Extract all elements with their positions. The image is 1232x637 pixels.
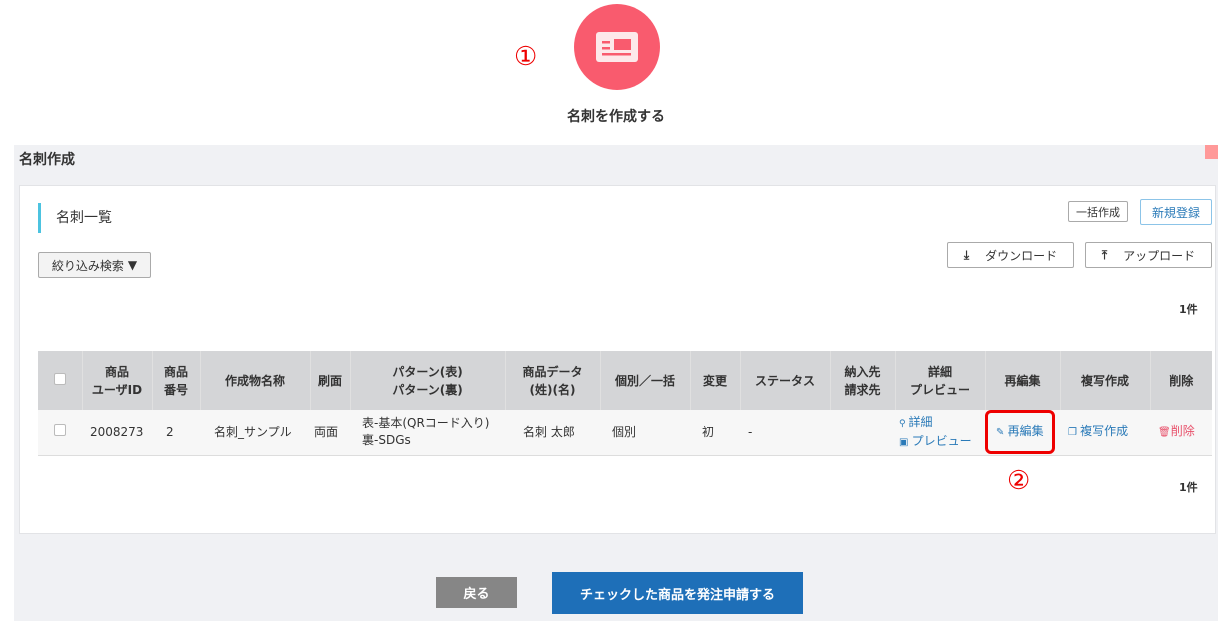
row-select-cell xyxy=(38,410,82,456)
copy-icon: ❐ xyxy=(1068,427,1081,439)
side-tab[interactable] xyxy=(1205,145,1218,159)
upload-button[interactable]: ⤒ アップロード xyxy=(1085,242,1212,268)
header-detail: 詳細 プレビュー xyxy=(895,351,986,410)
cell-change: 初 xyxy=(690,410,740,456)
header-pattern: パターン(表) パターン(裏) xyxy=(350,351,506,410)
header-delete: 削除 xyxy=(1150,351,1212,410)
create-card-button[interactable] xyxy=(574,4,660,90)
preview-icon: ▣ xyxy=(899,436,912,448)
filter-search-button[interactable]: 絞り込み検索 ▼ xyxy=(38,252,151,278)
filter-label: 絞り込み検索 xyxy=(51,258,124,273)
header-reedit: 再編集 xyxy=(985,351,1061,410)
detail-link[interactable]: ⚲ 詳細 xyxy=(899,414,979,433)
reedit-label: 再編集 xyxy=(1007,424,1044,439)
table-header-row: 商品 ユーザID 商品 番号 作成物名称 刷面 パターン(表) パターン(裏) … xyxy=(38,351,1212,410)
cell-status: - xyxy=(740,410,830,456)
download-button[interactable]: ⤓ ダウンロード xyxy=(947,242,1074,268)
submit-order-button[interactable]: チェックした商品を発注申請する xyxy=(552,572,803,614)
copy-link[interactable]: ❐ 複写作成 xyxy=(1060,410,1150,456)
table-row: 2008273 2 名刺_サンプル 両面 表-基本(QRコード入り) 裏-SDGs… xyxy=(38,410,1212,456)
header-user-id: 商品 ユーザID xyxy=(82,351,153,410)
annotation-step-2: ② xyxy=(1007,466,1031,496)
pattern-front: 表-基本(QRコード入り) xyxy=(362,416,490,431)
cell-side: 両面 xyxy=(310,410,350,456)
header-delivery: 納入先 請求先 xyxy=(830,351,896,410)
cell-name: 名刺_サンプル xyxy=(200,410,310,456)
select-all-checkbox[interactable] xyxy=(53,372,66,385)
reedit-link[interactable]: ✎ 再編集 xyxy=(985,410,1055,455)
upload-icon: ⤒ xyxy=(1101,247,1108,262)
new-register-button[interactable]: 新規登録 xyxy=(1140,199,1212,225)
cell-number: 2 xyxy=(152,410,200,456)
header-type: 個別／一括 xyxy=(600,351,691,410)
cell-type: 個別 xyxy=(600,410,690,456)
cell-reedit: ✎ 再編集 xyxy=(985,410,1060,456)
business-card-table: 商品 ユーザID 商品 番号 作成物名称 刷面 パターン(表) パターン(裏) … xyxy=(38,351,1212,456)
cell-pattern: 表-基本(QRコード入り) 裏-SDGs xyxy=(350,410,505,456)
download-label: ダウンロード xyxy=(985,248,1058,263)
back-button[interactable]: 戻る xyxy=(436,577,517,608)
header-number: 商品 番号 xyxy=(152,351,201,410)
business-card-icon xyxy=(596,32,638,62)
page-title: 名刺作成 xyxy=(19,152,75,168)
annotation-step-1: ① xyxy=(514,42,538,72)
preview-link[interactable]: ▣ プレビュー xyxy=(899,433,979,451)
detail-label: 詳細 xyxy=(908,414,933,429)
cell-user-id: 2008273 xyxy=(82,410,152,456)
preview-label: プレビュー xyxy=(911,433,972,448)
section-title: 名刺一覧 xyxy=(38,203,112,233)
download-icon: ⤓ xyxy=(963,247,970,262)
cell-detail: ⚲ 詳細 ▣ プレビュー xyxy=(895,410,985,456)
cell-delivery xyxy=(830,410,895,456)
select-all-cell xyxy=(38,351,83,410)
upload-label: アップロード xyxy=(1123,248,1196,263)
cell-data: 名刺 太郎 xyxy=(505,410,600,456)
header-copy: 複写作成 xyxy=(1060,351,1151,410)
row-checkbox[interactable] xyxy=(54,423,66,436)
header-data: 商品データ (姓)(名) xyxy=(505,351,601,410)
edit-icon: ✎ xyxy=(996,427,1008,439)
header-change: 変更 xyxy=(690,351,741,410)
copy-label: 複写作成 xyxy=(1080,424,1129,439)
bulk-create-button[interactable]: 一括作成 xyxy=(1068,201,1128,222)
header-side: 刷面 xyxy=(310,351,351,410)
result-count-top: 1件 xyxy=(1179,303,1198,316)
trash-icon: 🗑 xyxy=(1158,427,1171,439)
delete-label: 削除 xyxy=(1170,424,1195,439)
filter-icon: ▼ xyxy=(127,258,138,272)
header-name: 作成物名称 xyxy=(200,351,311,410)
delete-link[interactable]: 🗑削除 xyxy=(1150,410,1212,456)
pattern-back: 裏-SDGs xyxy=(362,433,411,448)
result-count-bottom: 1件 xyxy=(1179,481,1198,494)
hero-title: 名刺を作成する xyxy=(567,109,665,125)
header-status: ステータス xyxy=(740,351,831,410)
